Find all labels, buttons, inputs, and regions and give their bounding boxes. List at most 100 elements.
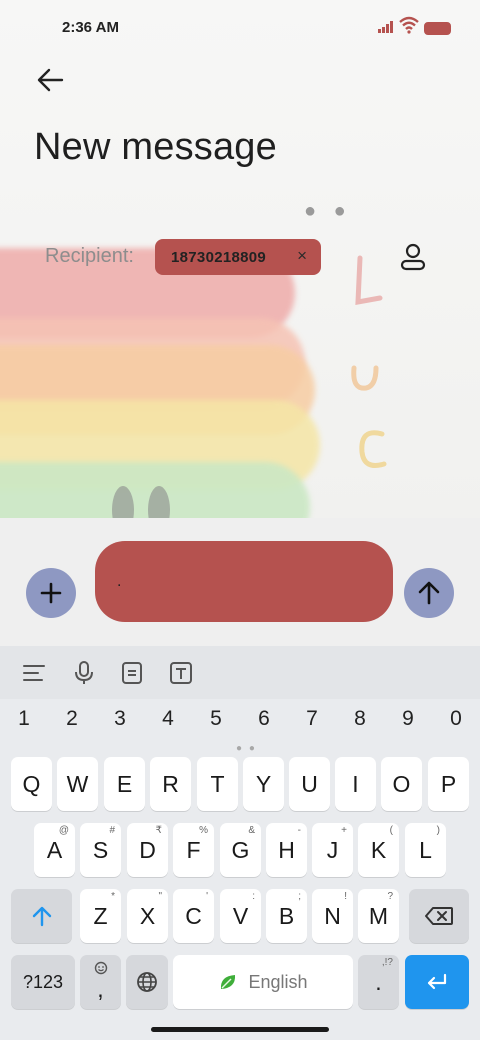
key-label: , xyxy=(97,975,104,1002)
key-label: J xyxy=(326,836,339,863)
comma-key[interactable]: , xyxy=(80,955,121,1009)
text-format-icon[interactable] xyxy=(21,660,47,686)
key-hint: ) xyxy=(436,825,440,836)
key-label: X xyxy=(139,902,156,929)
wallpaper-eyes: ● ● xyxy=(304,200,352,222)
key-9[interactable]: 9 xyxy=(388,707,428,731)
key-8[interactable]: 8 xyxy=(340,707,380,731)
status-time: 2:36 AM xyxy=(62,19,119,36)
key-label: G xyxy=(231,836,250,863)
status-bar: 2:36 AM xyxy=(0,0,480,56)
key-hint: # xyxy=(109,825,115,836)
shift-icon xyxy=(32,906,51,927)
key-h[interactable]: H- xyxy=(266,823,307,877)
plus-icon xyxy=(40,582,62,604)
key-hint: " xyxy=(158,891,162,902)
send-button[interactable] xyxy=(404,568,454,618)
key-7[interactable]: 7 xyxy=(292,707,332,731)
keyboard: 1 2 3 4 5 6 7 8 9 0 ● ● Q W E R T Y U I … xyxy=(0,699,480,1040)
key-f[interactable]: F% xyxy=(173,823,214,877)
close-icon[interactable]: × xyxy=(297,246,307,266)
microphone-icon[interactable] xyxy=(71,660,97,686)
globe-key[interactable] xyxy=(126,955,168,1009)
key-hint: ; xyxy=(298,891,301,902)
signal-icon xyxy=(378,21,396,33)
clipboard-icon[interactable] xyxy=(119,660,145,686)
key-k[interactable]: K( xyxy=(358,823,399,877)
key-g[interactable]: G & xyxy=(220,823,261,877)
key-label: C xyxy=(185,902,202,929)
key-u[interactable]: U xyxy=(289,757,330,811)
key-hint: % xyxy=(199,825,208,836)
add-attachment-button[interactable] xyxy=(26,568,76,618)
symbols-key[interactable]: ?123 xyxy=(11,955,75,1009)
message-input[interactable] xyxy=(95,541,393,622)
key-d[interactable]: D ₹ xyxy=(127,823,168,877)
key-hint: ( xyxy=(389,825,393,836)
key-i[interactable]: I xyxy=(335,757,376,811)
backspace-icon xyxy=(425,907,453,925)
leaf-icon xyxy=(221,975,236,989)
key-e[interactable]: E xyxy=(104,757,145,811)
key-hint: ? xyxy=(387,891,393,902)
key-5[interactable]: 5 xyxy=(196,707,236,731)
key-hint: ,!? xyxy=(381,957,393,968)
key-label: K xyxy=(370,836,387,863)
back-arrow-icon[interactable] xyxy=(34,64,68,96)
key-z[interactable]: Z * xyxy=(80,889,121,943)
key-q[interactable]: Q xyxy=(11,757,52,811)
recipient-chip[interactable]: 18730218809 × xyxy=(155,239,321,275)
key-label: N xyxy=(324,902,341,929)
key-hint: - xyxy=(297,825,301,836)
shift-key[interactable] xyxy=(11,889,72,943)
key-hint: ! xyxy=(344,891,347,902)
compose-bar xyxy=(0,518,480,646)
key-s[interactable]: S # xyxy=(80,823,121,877)
key-x[interactable]: X " xyxy=(127,889,168,943)
key-label: H xyxy=(278,836,295,863)
key-j[interactable]: J + xyxy=(312,823,353,877)
recipient-label: Recipient: xyxy=(45,245,134,267)
key-label: S xyxy=(92,836,109,863)
key-w[interactable]: W xyxy=(57,757,98,811)
key-4[interactable]: 4 xyxy=(148,707,188,731)
contact-icon[interactable] xyxy=(396,240,430,274)
key-label: F xyxy=(186,836,201,863)
space-key[interactable]: English xyxy=(173,955,353,1009)
key-hint: * xyxy=(111,891,115,902)
key-hint: ₹ xyxy=(155,825,162,836)
key-label: B xyxy=(278,902,295,929)
key-n[interactable]: N! xyxy=(312,889,353,943)
wallpaper-letter-decoration xyxy=(355,255,383,306)
key-1[interactable]: 1 xyxy=(4,707,44,731)
key-0[interactable]: 0 xyxy=(436,707,476,731)
key-o[interactable]: O xyxy=(381,757,422,811)
key-r[interactable]: R xyxy=(150,757,191,811)
globe-icon xyxy=(137,972,157,992)
key-l[interactable]: L) xyxy=(405,823,446,877)
key-p[interactable]: P xyxy=(428,757,469,811)
key-y[interactable]: Y xyxy=(243,757,284,811)
key-m[interactable]: M? xyxy=(358,889,399,943)
key-label: Z xyxy=(93,902,108,929)
key-6[interactable]: 6 xyxy=(244,707,284,731)
key-b[interactable]: B; xyxy=(266,889,307,943)
key-v[interactable]: V: xyxy=(220,889,261,943)
text-box-icon[interactable] xyxy=(168,660,194,686)
key-2[interactable]: 2 xyxy=(52,707,92,731)
key-a[interactable]: A @ xyxy=(34,823,75,877)
wallpaper-letter-decoration xyxy=(351,365,379,391)
home-indicator[interactable] xyxy=(151,1027,329,1032)
emoji-icon xyxy=(94,961,108,975)
key-label: A xyxy=(46,836,63,863)
number-row: 1 2 3 4 5 6 7 8 9 0 xyxy=(0,707,480,739)
enter-key[interactable] xyxy=(405,955,469,1009)
key-c[interactable]: C ' xyxy=(173,889,214,943)
key-t[interactable]: T xyxy=(197,757,238,811)
key-label: M xyxy=(368,902,389,929)
backspace-key[interactable] xyxy=(409,889,469,943)
enter-icon xyxy=(427,973,447,990)
key-label: L xyxy=(419,836,432,863)
key-3[interactable]: 3 xyxy=(100,707,140,731)
period-key[interactable]: . ,!? xyxy=(358,955,399,1009)
